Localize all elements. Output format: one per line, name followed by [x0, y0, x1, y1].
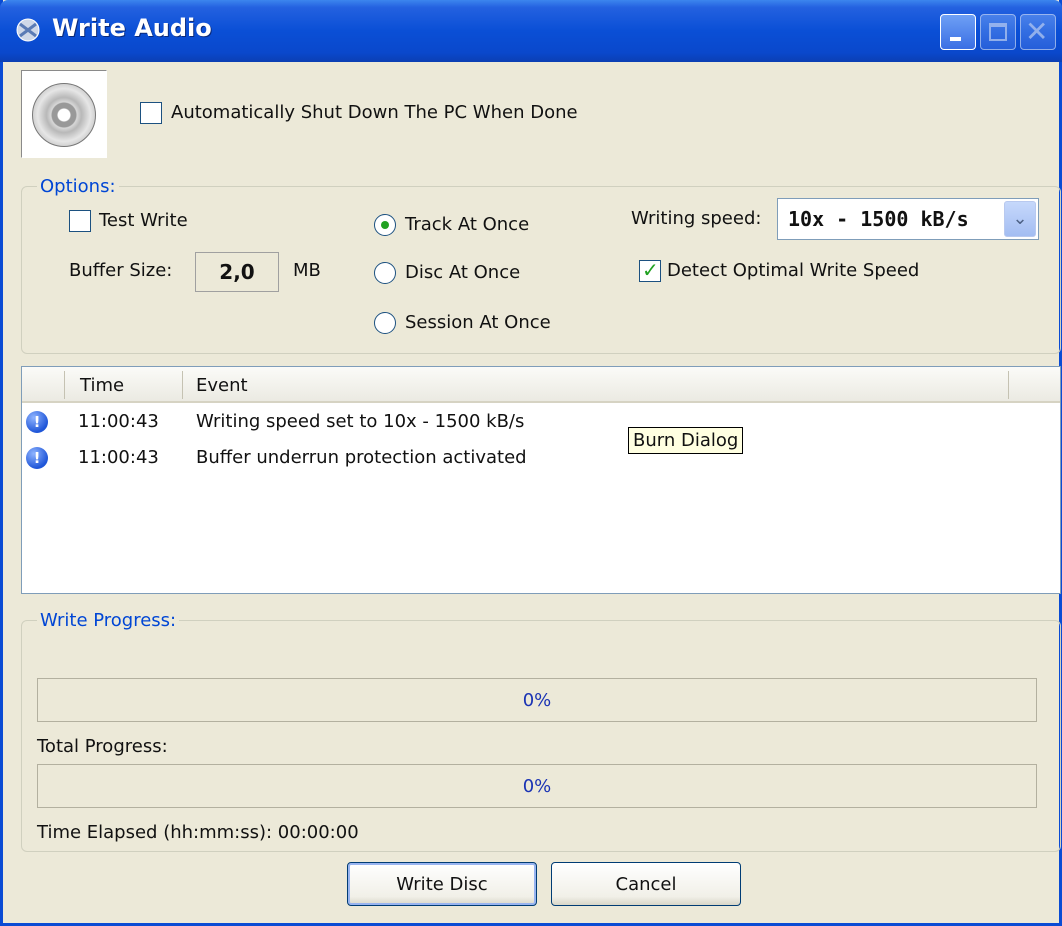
write-audio-window: Write Audio ✕ Automatically Shut Down Th…	[0, 0, 1062, 926]
info-icon: !	[26, 411, 48, 433]
row-event: Writing speed set to 10x - 1500 kB/s	[196, 411, 525, 432]
radio-session-at-once[interactable]	[374, 312, 396, 334]
chevron-down-icon[interactable]: ⌄	[1004, 201, 1036, 237]
minimize-icon	[950, 37, 961, 41]
title-bar[interactable]: Write Audio ✕	[0, 0, 1062, 62]
writing-speed-label: Writing speed:	[631, 208, 762, 229]
column-separator	[1008, 371, 1009, 399]
row-time: 11:00:43	[78, 411, 159, 432]
window-title: Write Audio	[52, 14, 212, 42]
buffer-size-label: Buffer Size:	[69, 260, 173, 281]
total-progress-bar: 0%	[37, 764, 1037, 808]
options-group-label: Options:	[37, 176, 119, 197]
disc-at-once-label: Disc At Once	[405, 262, 521, 283]
column-separator	[64, 371, 65, 399]
event-log-header: Time Event	[22, 367, 1060, 403]
event-log-list[interactable]: Time Event ! 11:00:43 Writing speed set …	[21, 366, 1061, 594]
buffer-size-value: 2,0	[219, 260, 255, 284]
cd-icon	[32, 83, 96, 147]
time-elapsed-label: Time Elapsed (hh:mm:ss): 00:00:00	[37, 822, 359, 843]
detect-speed-checkbox[interactable]	[639, 258, 661, 282]
minimize-button[interactable]	[940, 14, 976, 50]
close-button[interactable]: ✕	[1020, 14, 1056, 50]
column-header-time[interactable]: Time	[80, 375, 124, 396]
buffer-unit-label: MB	[293, 260, 321, 281]
buffer-size-field[interactable]: 2,0	[195, 252, 279, 292]
table-row[interactable]: ! 11:00:43 Buffer underrun protection ac…	[22, 443, 1060, 475]
detect-speed-label: Detect Optimal Write Speed	[667, 260, 920, 281]
table-row[interactable]: ! 11:00:43 Writing speed set to 10x - 15…	[22, 407, 1060, 439]
radio-disc-at-once[interactable]	[374, 262, 396, 284]
column-separator	[182, 371, 183, 399]
write-progress-bar: 0%	[37, 678, 1037, 722]
cd-image-box	[21, 70, 107, 158]
row-event: Buffer underrun protection activated	[196, 447, 527, 468]
session-at-once-label: Session At Once	[405, 312, 551, 333]
write-disc-button[interactable]: Write Disc	[347, 862, 537, 906]
track-at-once-label: Track At Once	[405, 214, 530, 235]
info-icon: !	[26, 447, 48, 469]
test-write-label: Test Write	[99, 210, 188, 231]
progress-group	[21, 620, 1061, 852]
write-progress-label: Write Progress:	[37, 610, 180, 631]
writing-speed-select[interactable]: 10x - 1500 kB/s ⌄	[777, 198, 1039, 240]
row-time: 11:00:43	[78, 447, 159, 468]
shutdown-checkbox[interactable]	[140, 102, 162, 124]
total-progress-text: 0%	[522, 776, 552, 797]
tooltip: Burn Dialog	[628, 427, 744, 454]
write-progress-text: 0%	[522, 690, 552, 711]
radio-track-at-once[interactable]	[374, 214, 396, 236]
writing-speed-value: 10x - 1500 kB/s	[788, 207, 969, 231]
cancel-button[interactable]: Cancel	[551, 862, 741, 906]
shutdown-label: Automatically Shut Down The PC When Done	[171, 102, 578, 123]
column-header-event[interactable]: Event	[196, 375, 248, 396]
maximize-icon	[989, 23, 1007, 41]
maximize-button[interactable]	[980, 14, 1016, 50]
test-write-checkbox[interactable]	[69, 210, 91, 232]
total-progress-label: Total Progress:	[37, 736, 168, 757]
app-icon	[16, 18, 40, 42]
close-icon: ✕	[1025, 15, 1049, 48]
